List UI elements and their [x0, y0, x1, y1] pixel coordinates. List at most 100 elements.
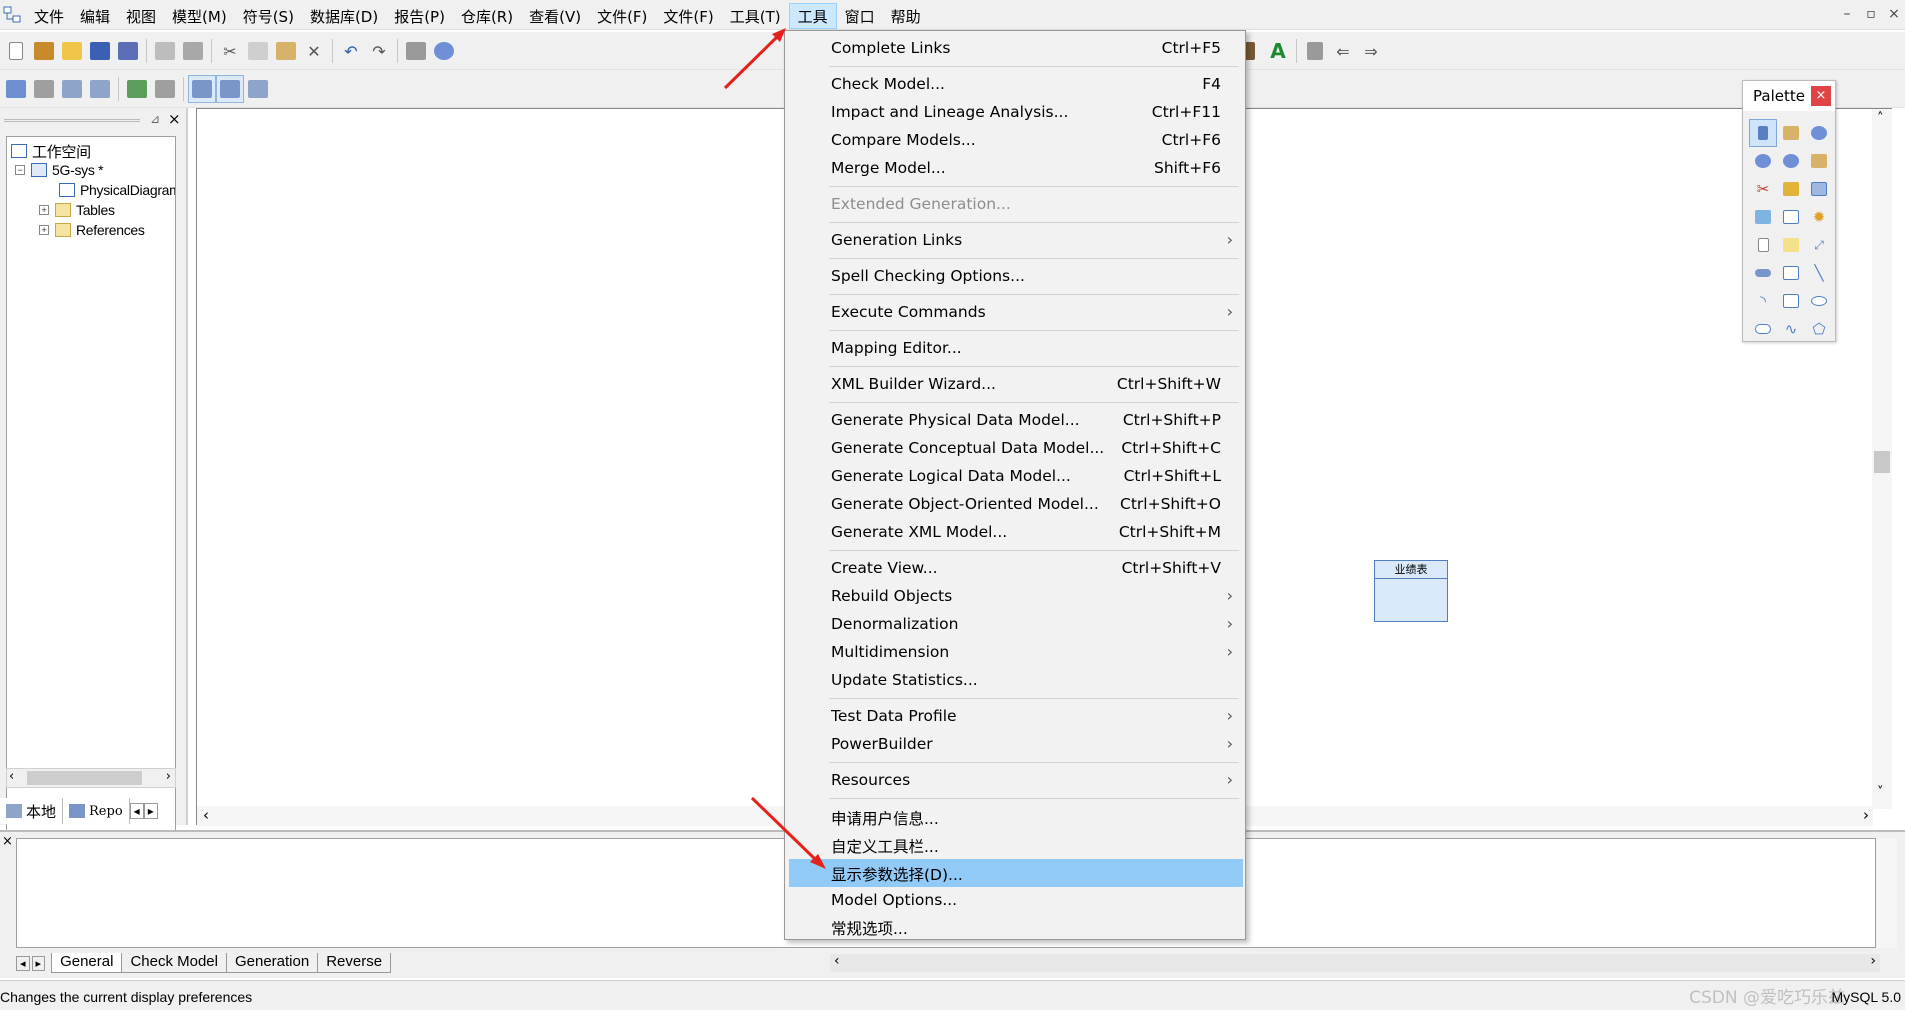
menu-item-general-options[interactable]: 常规选项...	[789, 913, 1243, 941]
menu-item-test-data-profile[interactable]: Test Data Profile ›	[789, 703, 1243, 731]
tree-tables[interactable]: + Tables	[39, 200, 115, 220]
scroll-thumb[interactable]	[1874, 451, 1890, 473]
menu-item-generate-xml-model[interactable]: Generate XML Model... Ctrl+Shift+M	[789, 519, 1243, 547]
tree-references[interactable]: + References	[39, 220, 145, 240]
redo-icon[interactable]: ↷	[365, 37, 393, 65]
pin-icon[interactable]: ⊿	[150, 112, 160, 126]
diagram-tool-4-icon[interactable]	[86, 75, 114, 103]
rectangle-icon[interactable]	[1777, 287, 1805, 315]
scroll-left-icon[interactable]: ‹	[203, 806, 209, 824]
properties-icon[interactable]	[402, 37, 430, 65]
procedure-icon[interactable]: ✹	[1805, 203, 1833, 231]
scroll-right-icon[interactable]: ›	[1863, 806, 1869, 824]
menu-item-merge-model[interactable]: Merge Model... Shift+F6	[789, 155, 1243, 183]
scroll-up-icon[interactable]: ˄	[1877, 111, 1884, 126]
palette-close-button[interactable]: ×	[1811, 86, 1831, 106]
scroll-left-icon[interactable]: ‹	[9, 769, 14, 784]
menu-item-generate-oom[interactable]: Generate Object-Oriented Model... Ctrl+Sh…	[789, 491, 1243, 519]
menu-repository[interactable]: 仓库(R)	[453, 3, 521, 29]
diagram-tool-5-icon[interactable]	[123, 75, 151, 103]
pointer-icon[interactable]	[1749, 119, 1777, 147]
menu-item-multidimension[interactable]: Multidimension ›	[789, 639, 1243, 667]
tree-diagram[interactable]: PhysicalDiagram	[59, 180, 175, 200]
link-icon[interactable]: ⤢	[1805, 231, 1833, 259]
diagram-tool-2-icon[interactable]	[30, 75, 58, 103]
arc-icon[interactable]: ◝	[1749, 287, 1777, 315]
menu-item-customize-toolbars[interactable]: 自定义工具栏...	[789, 831, 1243, 859]
menu-item-spell-checking[interactable]: Spell Checking Options...	[789, 263, 1243, 291]
polygon-icon[interactable]: ⬠	[1805, 315, 1833, 343]
polyline-icon[interactable]: ∿	[1777, 315, 1805, 343]
copy-icon[interactable]	[244, 37, 272, 65]
menu-item-generation-links[interactable]: Generation Links ›	[789, 227, 1243, 255]
menu-item-create-view[interactable]: Create View... Ctrl+Shift+V	[789, 555, 1243, 583]
view-icon[interactable]	[1749, 203, 1777, 231]
menu-file-f-1[interactable]: 文件(F)	[589, 3, 655, 29]
canvas-vertical-scrollbar[interactable]: ˄ ˅	[1872, 109, 1892, 809]
table-icon[interactable]	[1805, 175, 1833, 203]
menu-item-generate-ldm[interactable]: Generate Logical Data Model... Ctrl+Shift…	[789, 463, 1243, 491]
menu-model[interactable]: 模型(M)	[164, 3, 235, 29]
zoom-out-icon[interactable]	[1749, 147, 1777, 175]
font-color-icon[interactable]: A	[1264, 37, 1292, 65]
new-project-icon[interactable]	[30, 37, 58, 65]
align-icon[interactable]	[1301, 37, 1329, 65]
menu-item-resources[interactable]: Resources ›	[789, 767, 1243, 795]
menu-item-powerbuilder[interactable]: PowerBuilder ›	[789, 731, 1243, 759]
file-icon[interactable]	[1749, 231, 1777, 259]
menu-item-check-model[interactable]: Check Model... F4	[789, 71, 1243, 99]
shortcut-icon[interactable]	[1749, 259, 1777, 287]
zoom-in-icon[interactable]	[1805, 119, 1833, 147]
forward-icon[interactable]: ⇒	[1357, 37, 1385, 65]
menu-item-rebuild-objects[interactable]: Rebuild Objects ›	[789, 583, 1243, 611]
menu-item-xml-builder[interactable]: XML Builder Wizard... Ctrl+Shift+W	[789, 371, 1243, 399]
text-icon[interactable]	[1777, 259, 1805, 287]
menu-symbol[interactable]: 符号(S)	[235, 3, 302, 29]
output-horizontal-scrollbar[interactable]: ‹ ›	[830, 953, 1880, 972]
new-icon[interactable]	[2, 37, 30, 65]
tab-general[interactable]: General	[51, 953, 123, 973]
table-entity[interactable]: 业绩表	[1374, 560, 1448, 622]
package-icon[interactable]	[1777, 175, 1805, 203]
menu-tools-t[interactable]: 工具(T)	[722, 3, 789, 29]
menu-file-f-2[interactable]: 文件(F)	[655, 3, 721, 29]
save-all-icon[interactable]	[114, 37, 142, 65]
save-icon[interactable]	[86, 37, 114, 65]
menu-item-model-options[interactable]: Model Options...	[789, 887, 1243, 915]
tab-scroll-buttons[interactable]: ◂ ▸	[129, 798, 158, 824]
output-close-icon[interactable]: ×	[2, 834, 13, 849]
menu-file[interactable]: 文件	[26, 3, 72, 29]
back-icon[interactable]: ⇐	[1329, 37, 1357, 65]
collapse-icon[interactable]: −	[15, 165, 25, 175]
menu-window[interactable]: 窗口	[837, 3, 883, 29]
menu-item-denormalization[interactable]: Denormalization ›	[789, 611, 1243, 639]
browse-icon[interactable]	[430, 37, 458, 65]
tab-check-model[interactable]: Check Model	[121, 953, 227, 973]
diagram-tool-1-icon[interactable]	[2, 75, 30, 103]
browser-horizontal-scrollbar[interactable]: ‹ ›	[6, 768, 176, 788]
paste-icon[interactable]	[272, 37, 300, 65]
show-output-icon[interactable]	[216, 75, 244, 103]
menu-item-generate-cdm[interactable]: Generate Conceptual Data Model... Ctrl+Sh…	[789, 435, 1243, 463]
grabber-icon[interactable]	[1777, 119, 1805, 147]
menu-item-impact-analysis[interactable]: Impact and Lineage Analysis... Ctrl+F11	[789, 99, 1243, 127]
menu-item-complete-links[interactable]: Complete Links Ctrl+F5	[789, 35, 1243, 63]
ellipse-icon[interactable]	[1805, 287, 1833, 315]
print-icon[interactable]	[179, 37, 207, 65]
browser-close-icon[interactable]: ×	[168, 110, 181, 128]
menu-item-display-preferences[interactable]: 显示参数选择(D)...	[789, 859, 1243, 887]
expand-icon[interactable]: +	[39, 205, 49, 215]
scroll-down-icon[interactable]: ˅	[1877, 785, 1884, 800]
menu-inspect[interactable]: 查看(V)	[521, 3, 589, 29]
delete-icon[interactable]: ✂	[1749, 175, 1777, 203]
output-vertical-scrollbar[interactable]	[1877, 838, 1897, 948]
cut-icon[interactable]: ✂	[216, 37, 244, 65]
restore-button[interactable]: ▫	[1860, 6, 1882, 26]
tree-model[interactable]: − 5G-sys *	[15, 160, 104, 180]
open-package-icon[interactable]	[1777, 147, 1805, 175]
menu-help[interactable]: 帮助	[883, 3, 929, 29]
tab-local[interactable]: 本地	[0, 798, 64, 824]
scroll-right-icon[interactable]: ›	[166, 769, 171, 784]
menu-database[interactable]: 数据库(D)	[302, 3, 386, 29]
expand-icon[interactable]: +	[39, 225, 49, 235]
